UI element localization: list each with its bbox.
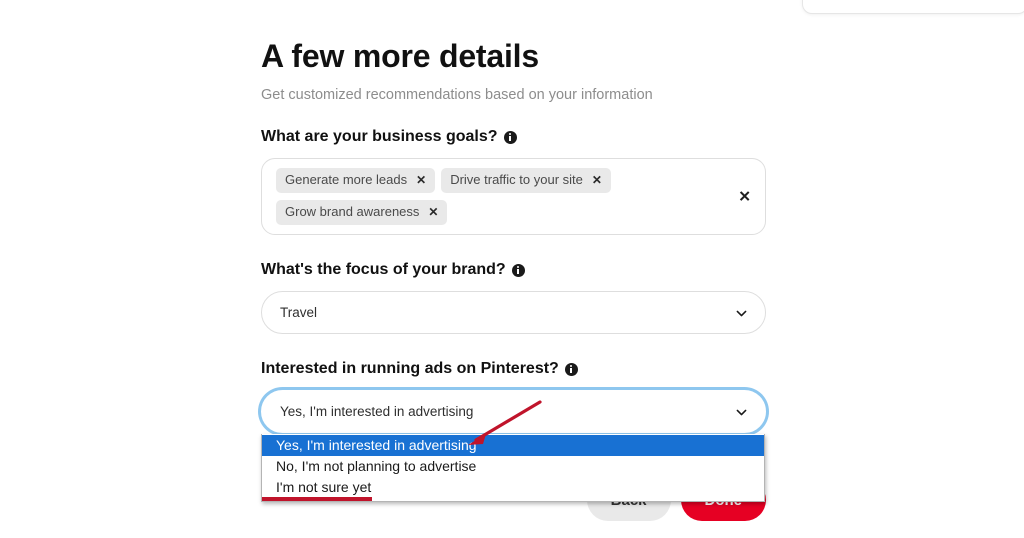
business-goals-multiselect[interactable]: Generate more leads ✕ Drive traffic to y…: [261, 158, 766, 235]
chip-label: Drive traffic to your site: [450, 172, 583, 187]
business-goals-label-text: What are your business goals?: [261, 128, 498, 145]
info-icon[interactable]: [503, 130, 517, 144]
dropdown-option-not-sure[interactable]: I'm not sure yet: [262, 477, 764, 498]
onboarding-form: A few more details Get customized recomm…: [261, 0, 766, 502]
ads-interest-select[interactable]: Yes, I'm interested in advertising: [261, 390, 766, 433]
ads-interest-dropdown-list[interactable]: Yes, I'm interested in advertising No, I…: [261, 434, 765, 502]
chevron-down-icon: [736, 407, 747, 418]
page-title: A few more details: [261, 38, 539, 74]
brand-focus-select[interactable]: Travel: [261, 291, 766, 334]
info-icon[interactable]: [564, 362, 578, 376]
brand-focus-value: Travel: [280, 305, 318, 320]
ads-interest-value: Yes, I'm interested in advertising: [280, 404, 474, 419]
brand-focus-label-text: What's the focus of your brand?: [261, 261, 506, 278]
clear-all-icon[interactable]: ✕: [738, 189, 751, 204]
info-icon[interactable]: [511, 263, 525, 277]
ads-interest-label: Interested in running ads on Pinterest?: [261, 359, 766, 379]
chip-drive-traffic-to-your-site[interactable]: Drive traffic to your site ✕: [441, 168, 611, 193]
page-subtitle: Get customized recommendations based on …: [261, 87, 653, 103]
chevron-down-icon: [736, 308, 747, 319]
brand-focus-label: What's the focus of your brand?: [261, 260, 766, 280]
top-right-overlay-panel: [802, 0, 1024, 14]
annotation-underline: [262, 497, 372, 501]
chip-generate-more-leads[interactable]: Generate more leads ✕: [276, 168, 436, 193]
chip-grow-brand-awareness[interactable]: Grow brand awareness ✕: [276, 200, 448, 225]
dropdown-option-no[interactable]: No, I'm not planning to advertise: [262, 456, 764, 477]
close-icon[interactable]: ✕: [428, 206, 438, 218]
chip-label: Grow brand awareness: [285, 204, 420, 219]
ads-interest-label-text: Interested in running ads on Pinterest?: [261, 360, 559, 377]
close-icon[interactable]: ✕: [592, 174, 602, 186]
close-icon[interactable]: ✕: [416, 174, 426, 186]
dropdown-option-yes[interactable]: Yes, I'm interested in advertising: [262, 435, 764, 456]
chip-label: Generate more leads: [285, 172, 408, 187]
business-goals-label: What are your business goals?: [261, 127, 766, 147]
